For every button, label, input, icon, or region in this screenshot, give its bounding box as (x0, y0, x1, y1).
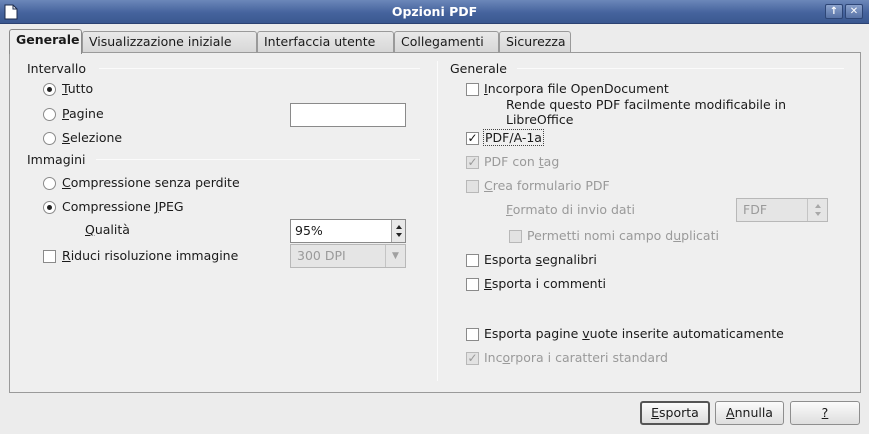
export-blank-pages-label[interactable]: Esporta pagine vuote inserite automatica… (484, 326, 784, 341)
quality-value: 95% (295, 223, 323, 238)
range-section-title: Intervallo (27, 61, 86, 76)
tab-interfaccia-utente[interactable]: Interfaccia utente (257, 31, 394, 53)
range-selection-radio[interactable] (43, 132, 56, 145)
export-bookmarks-checkbox[interactable] (466, 254, 479, 267)
general-section-title: Generale (450, 61, 507, 76)
tab-visualizzazione-iniziale[interactable]: Visualizzazione iniziale (82, 31, 257, 53)
quality-spin-buttons[interactable] (391, 220, 405, 242)
export-bookmarks-label[interactable]: Esporta segnalibri (484, 252, 597, 267)
embed-standard-fonts-checkbox[interactable]: ✓ (466, 352, 479, 365)
submit-format-label: Formato di invio dati (506, 202, 635, 217)
lossless-compression-radio[interactable] (43, 177, 56, 190)
dpi-combobox[interactable]: 300 DPI ▼ (290, 244, 406, 268)
submit-format-combobox[interactable]: FDF (736, 198, 828, 222)
cancel-button[interactable]: Annulla (715, 401, 784, 425)
range-all-radio[interactable] (43, 83, 56, 96)
spin-arrows-icon (396, 225, 402, 237)
range-selection-label[interactable]: Selezione (62, 130, 122, 145)
export-blank-pages-checkbox[interactable] (466, 328, 479, 341)
reduce-resolution-checkbox[interactable] (43, 250, 56, 263)
embed-odf-description-line1: Rende questo PDF facilmente modificabile… (506, 97, 787, 112)
images-section-title: Immagini (27, 152, 86, 167)
duplicate-field-names-label[interactable]: Permetti nomi campo duplicati (527, 228, 719, 243)
export-comments-checkbox[interactable] (466, 278, 479, 291)
embed-odf-label[interactable]: Incorpora file OpenDocument (484, 81, 669, 96)
duplicate-field-names-checkbox[interactable] (509, 230, 522, 243)
range-pages-radio[interactable] (43, 108, 56, 121)
reduce-resolution-label[interactable]: Riduci risoluzione immagine (62, 248, 238, 263)
lossless-compression-label[interactable]: Compressione senza perdite (62, 175, 240, 190)
spin-arrows-icon (807, 199, 827, 221)
export-comments-label[interactable]: Esporta i commenti (484, 276, 606, 291)
embed-standard-fonts-label[interactable]: Incorpora i caratteri standard (484, 350, 668, 365)
column-separator (437, 61, 438, 381)
range-separator (99, 68, 420, 69)
arrow-up-icon: ↑ (829, 6, 839, 17)
quality-label: Qualità (85, 222, 130, 237)
range-all-label[interactable]: Tutto (62, 81, 93, 96)
window-title: Opzioni PDF (391, 4, 478, 19)
title-bar[interactable]: Opzioni PDF ↑ ✕ (0, 0, 869, 24)
embed-odf-description-line2: LibreOffice (506, 112, 574, 127)
tab-sicurezza[interactable]: Sicurezza (499, 31, 571, 53)
close-window-button[interactable]: ✕ (845, 4, 863, 19)
images-separator (96, 159, 420, 160)
dpi-value: 300 DPI (297, 248, 346, 263)
export-button[interactable]: Esporta (640, 401, 710, 425)
quality-spinbox[interactable]: 95% (290, 219, 406, 243)
general-separator (517, 68, 844, 69)
pdfa-checkbox[interactable]: ✓ (466, 132, 479, 145)
help-button[interactable]: ? (790, 401, 860, 425)
close-icon: ✕ (849, 6, 859, 17)
pdfa-label[interactable]: PDF/A-1a (483, 129, 544, 146)
tab-collegamenti[interactable]: Collegamenti (394, 31, 499, 53)
jpeg-compression-label[interactable]: Compressione JPEG (62, 199, 184, 214)
submit-format-value: FDF (743, 202, 768, 217)
range-pages-label[interactable]: Pagine (62, 106, 104, 121)
tab-panel-generale: Intervallo Tutto Pagine Selezione Immagi… (9, 52, 861, 393)
create-form-checkbox[interactable] (466, 180, 479, 193)
chevron-down-icon: ▼ (385, 245, 405, 267)
embed-odf-checkbox[interactable] (466, 83, 479, 96)
pages-input[interactable] (290, 103, 406, 127)
create-form-label[interactable]: Crea formulario PDF (484, 178, 610, 193)
raise-window-button[interactable]: ↑ (825, 4, 843, 19)
jpeg-compression-radio[interactable] (43, 201, 56, 214)
tab-generale[interactable]: Generale (9, 29, 82, 54)
tagged-pdf-checkbox[interactable]: ✓ (466, 156, 479, 169)
tagged-pdf-label[interactable]: PDF con tag (484, 154, 559, 169)
